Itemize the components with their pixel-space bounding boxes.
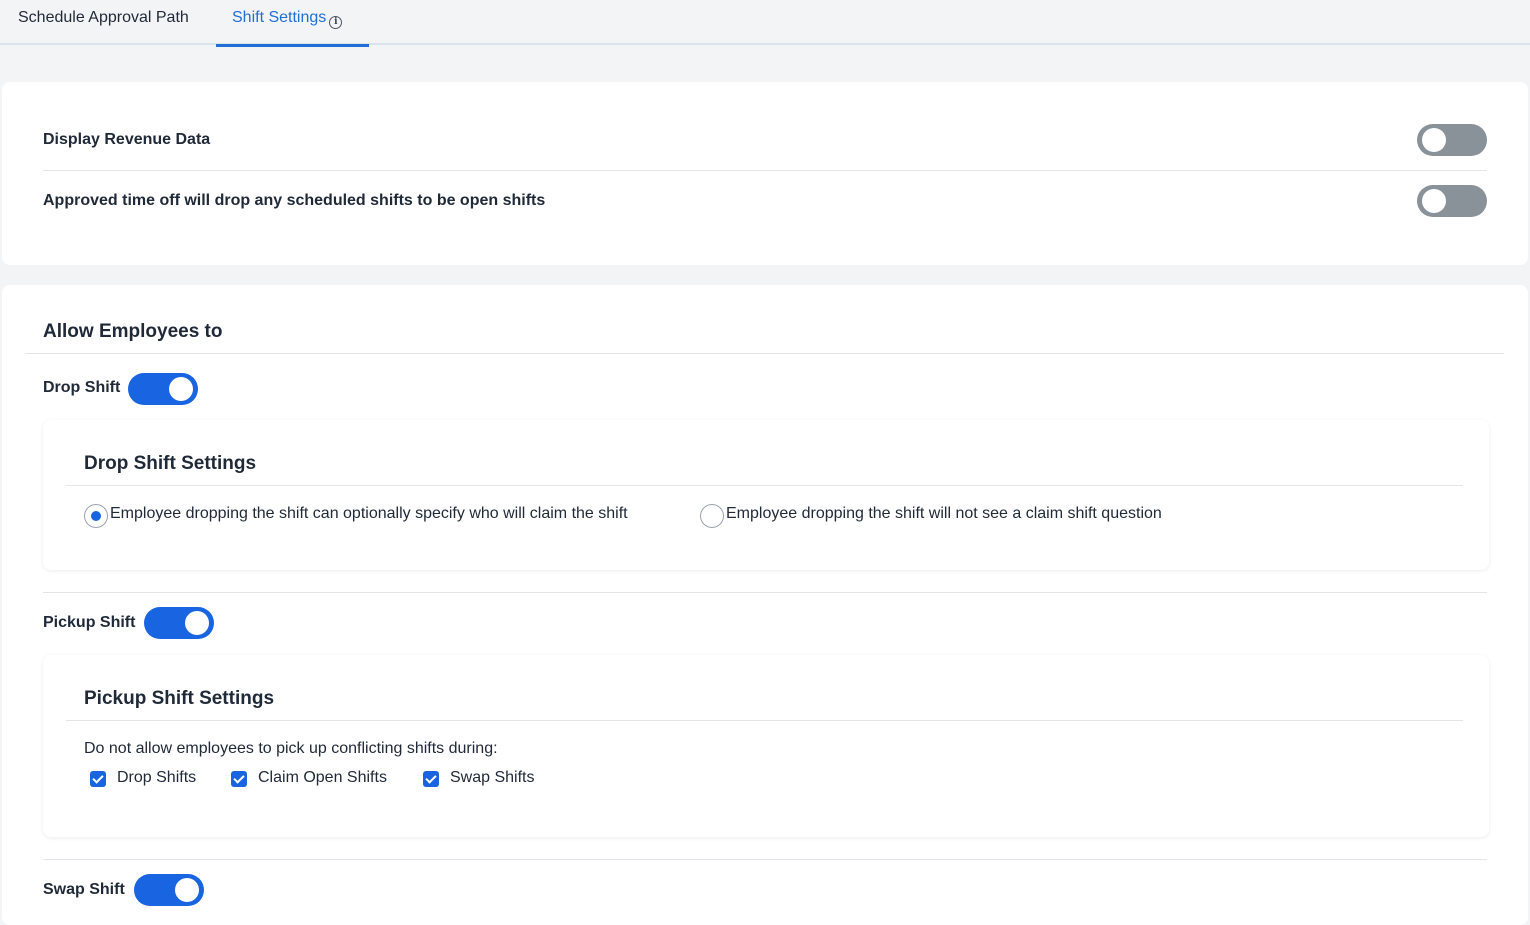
pickup-shift-settings-panel: Pickup Shift Settings Do not allow emplo… <box>43 655 1489 837</box>
checkbox-swap-shifts[interactable] <box>423 771 439 787</box>
checkbox-label: Drop Shifts <box>117 769 197 786</box>
pickup-shift-toggle[interactable] <box>144 607 214 639</box>
toggle-knob <box>1422 128 1446 152</box>
tab-bar: Schedule Approval Path Shift Settings i <box>0 0 1530 47</box>
pickup-shift-settings-title: Pickup Shift Settings <box>84 688 275 709</box>
divider <box>66 720 1463 721</box>
tab-shift-settings[interactable]: Shift Settings i <box>216 0 369 47</box>
drop-shift-settings-title: Drop Shift Settings <box>84 453 257 474</box>
checkbox-claim-open-shifts[interactable] <box>231 771 247 787</box>
checkbox-drop-shifts[interactable] <box>90 771 106 787</box>
display-revenue-label: Display Revenue Data <box>43 131 211 148</box>
drop-shift-settings-panel: Drop Shift Settings Employee dropping th… <box>43 420 1489 570</box>
radio-label: Employee dropping the shift will not see… <box>726 505 1162 522</box>
time-off-label: Approved time off will drop any schedule… <box>43 192 546 209</box>
tab-label: Shift Settings <box>232 9 327 26</box>
info-icon[interactable]: i <box>329 16 343 29</box>
section-title: Allow Employees to <box>43 321 223 342</box>
divider <box>66 485 1463 486</box>
toggle-knob <box>175 878 199 902</box>
toggle-knob <box>169 377 193 401</box>
radio-label: Employee dropping the shift can optional… <box>110 505 628 522</box>
drop-shift-label: Drop Shift <box>43 379 121 396</box>
allow-employees-card: Allow Employees to Drop Shift Drop Shift… <box>2 285 1528 925</box>
divider <box>25 353 1504 354</box>
time-off-toggle[interactable] <box>1417 185 1487 217</box>
pickup-shift-label: Pickup Shift <box>43 614 136 631</box>
divider <box>43 592 1487 593</box>
conflict-text: Do not allow employees to pick up confli… <box>84 740 498 757</box>
tab-label: Schedule Approval Path <box>18 9 189 26</box>
radio-specify-claimer[interactable] <box>84 504 108 528</box>
general-settings-card: Display Revenue Data Approved time off w… <box>2 82 1528 265</box>
toggle-knob <box>185 611 209 635</box>
checkbox-label: Swap Shifts <box>450 769 535 786</box>
swap-shift-label: Swap Shift <box>43 881 125 898</box>
tab-schedule-approval-path[interactable]: Schedule Approval Path <box>18 0 189 45</box>
divider <box>43 859 1487 860</box>
drop-shift-toggle[interactable] <box>128 373 198 405</box>
toggle-knob <box>1422 189 1446 213</box>
divider <box>43 170 1487 171</box>
checkbox-label: Claim Open Shifts <box>258 769 387 786</box>
radio-no-claim-question[interactable] <box>700 504 724 528</box>
display-revenue-toggle[interactable] <box>1417 124 1487 156</box>
swap-shift-toggle[interactable] <box>134 874 204 906</box>
